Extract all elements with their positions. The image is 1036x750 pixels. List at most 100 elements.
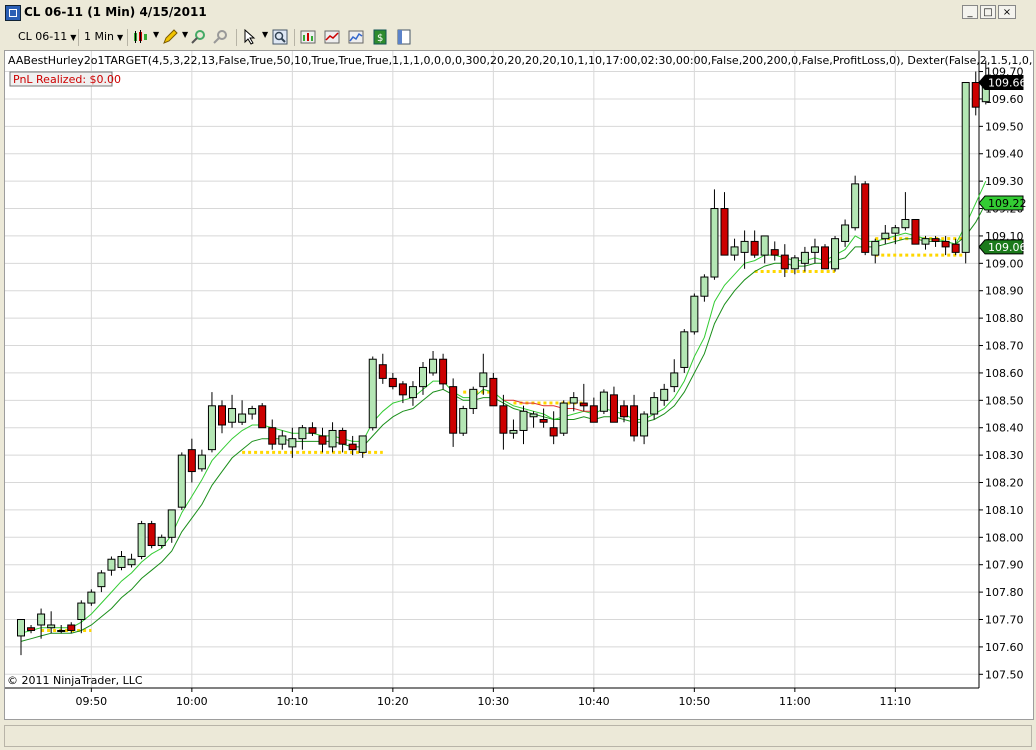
y-tick-label: 107.70 [985,614,1024,627]
candle-body [569,397,578,404]
candle-body [398,383,407,396]
magnifier-icon[interactable] [272,29,288,45]
close-button[interactable]: × [998,5,1016,19]
candle-body [549,427,558,437]
dollar-order-icon[interactable]: $ [372,29,388,45]
svg-text:$: $ [377,33,383,44]
candle-body [489,377,498,407]
instrument-selector[interactable]: CL 06-11 ▼ [18,30,76,43]
toolbar: CL 06-11 ▼ 1 Min ▼ ▼ ▼ ▼ $ [0,26,1036,48]
status-bar-frame [4,725,1032,747]
x-tick-label: 10:20 [377,695,409,708]
price-marker-lower: 109.06 [988,241,1027,254]
minimize-button[interactable]: _ [962,5,978,19]
candle-body [348,443,357,451]
candle-body [459,408,468,434]
candle-body [278,435,287,445]
candle-body [429,358,438,374]
candle-body [690,295,699,333]
chart-style-icon[interactable] [348,29,364,45]
candle-body [258,405,267,429]
toolbar-separator [294,29,295,46]
candle-body [700,276,709,297]
chevron-down-icon: ▼ [117,33,124,42]
chevron-down-icon[interactable]: ▼ [153,30,159,39]
candle-body [439,358,448,385]
instrument-label: CL 06-11 [18,30,68,43]
candle-body [519,410,528,431]
candle-body [87,591,96,604]
zoom-in-icon[interactable] [190,29,206,45]
candle-body [238,413,247,423]
chart-panel[interactable]: 107.50 107.60 107.70 107.80 107.90 108.00 108.… [4,50,1034,720]
candle-body [599,391,608,412]
copyright-label: © 2011 NinjaTrader, LLC [7,674,143,687]
candle-body [670,372,679,388]
candle-body [419,366,427,388]
cursor-select-icon[interactable] [242,29,258,45]
candle-body [780,254,789,270]
chart-background [5,51,1033,719]
strategy-icon[interactable] [300,29,316,45]
status-bar [0,722,1036,750]
chevron-down-icon[interactable]: ▼ [262,30,268,39]
candle-body [127,558,136,566]
candle-body [650,397,659,415]
candle-body [630,405,639,437]
candle-body [740,240,749,253]
candle-body [579,402,588,407]
candle-body [720,208,729,256]
candle-body [831,238,840,270]
candle-body [941,240,950,248]
candle-body [77,602,86,621]
candle-body [167,509,176,538]
y-tick-label: 107.90 [985,559,1024,572]
candle-body [881,232,890,240]
y-tick-label: 108.60 [985,367,1024,380]
x-tick-label: 11:10 [879,695,911,708]
candlestick-icon[interactable] [132,29,148,45]
candle-body [218,405,226,426]
candle-body [187,449,196,473]
interval-selector[interactable]: 1 Min ▼ [84,30,123,43]
candle-body [640,413,649,437]
candle-body [408,386,417,399]
candle-body [971,82,980,108]
candle-body [47,624,56,629]
candle-body [177,454,186,508]
window-title: CL 06-11 (1 Min) 4/15/2011 [24,5,207,19]
zoom-out-icon[interactable] [212,29,228,45]
candle-body [388,377,397,388]
candle-body [157,536,166,547]
candle-body [378,364,387,379]
maximize-button[interactable]: □ [980,5,996,19]
y-tick-label: 109.40 [985,148,1024,161]
x-tick-label: 10:40 [578,695,610,708]
candle-body [810,246,819,253]
candle-body [338,429,347,445]
properties-icon[interactable] [396,29,412,45]
candle-body [298,427,307,440]
candle-body [67,624,76,631]
candle-body [680,331,689,368]
candle-body [27,627,36,631]
candle-body [328,429,337,448]
y-tick-label: 108.80 [985,312,1024,325]
chevron-down-icon[interactable]: ▼ [182,30,188,39]
y-tick-label: 108.20 [985,477,1024,490]
candle-body [760,235,769,256]
y-tick-label: 108.70 [985,340,1024,353]
pencil-draw-icon[interactable] [162,29,178,45]
title-bar: CL 06-11 (1 Min) 4/15/2011 _ □ × [0,0,1036,27]
candle-body [559,402,568,434]
candle-body [730,246,739,256]
candle-body [147,523,156,547]
candle-body [509,429,518,434]
indicator-parameters-label: AABestHurley2o1TARGET(4,5,3,22,13,False,… [8,54,1033,67]
candle-body [589,405,598,423]
price-chart[interactable]: 107.50 107.60 107.70 107.80 107.90 108.00 108.… [5,51,1033,719]
candle-body [911,218,920,245]
indicator-icon[interactable] [324,29,340,45]
candle-body [790,257,799,270]
candle-body [288,438,297,448]
